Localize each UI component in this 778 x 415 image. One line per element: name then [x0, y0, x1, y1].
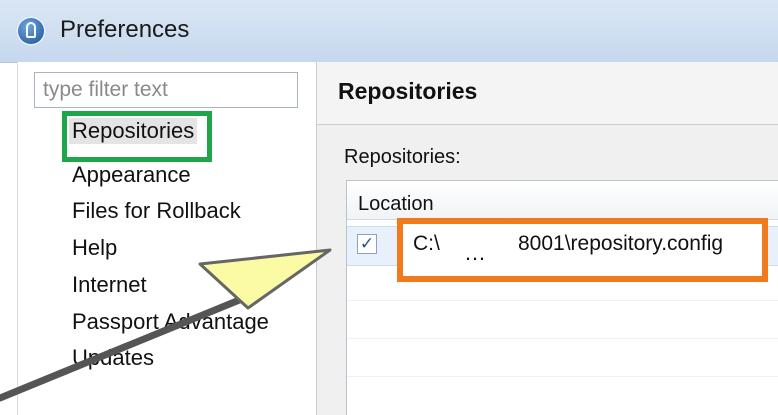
repository-enabled-checkbox[interactable]: ✓	[357, 234, 377, 254]
sidebar-item-internet[interactable]: Internet	[72, 272, 147, 298]
table-row-divider	[347, 300, 778, 301]
repositories-highlight-box	[62, 111, 212, 162]
page-title: Repositories	[338, 78, 478, 104]
sidebar-item-updates[interactable]: Updates	[72, 345, 154, 371]
window-title: Preferences	[60, 16, 190, 43]
title-bar: Preferences	[0, 0, 778, 63]
nav-pane-border	[17, 62, 18, 415]
table-row-divider	[347, 338, 778, 339]
column-header-label: Location	[358, 193, 434, 215]
sidebar-item-passport-advantage[interactable]: Passport Advantage	[72, 309, 269, 335]
repository-location-end: 8001\repository.config	[518, 232, 724, 255]
sidebar-item-help[interactable]: Help	[72, 235, 117, 261]
sidebar-item-files-for-rollback[interactable]: Files for Rollback	[72, 198, 241, 224]
filter-input[interactable]	[34, 72, 298, 108]
table-row-divider	[347, 376, 778, 377]
app-icon	[16, 16, 46, 46]
sidebar-item-appearance[interactable]: Appearance	[72, 162, 191, 188]
repository-location-ellipsis: …	[464, 240, 487, 265]
repositories-label: Repositories:	[344, 146, 461, 168]
repository-location-start: C:\	[413, 232, 440, 255]
